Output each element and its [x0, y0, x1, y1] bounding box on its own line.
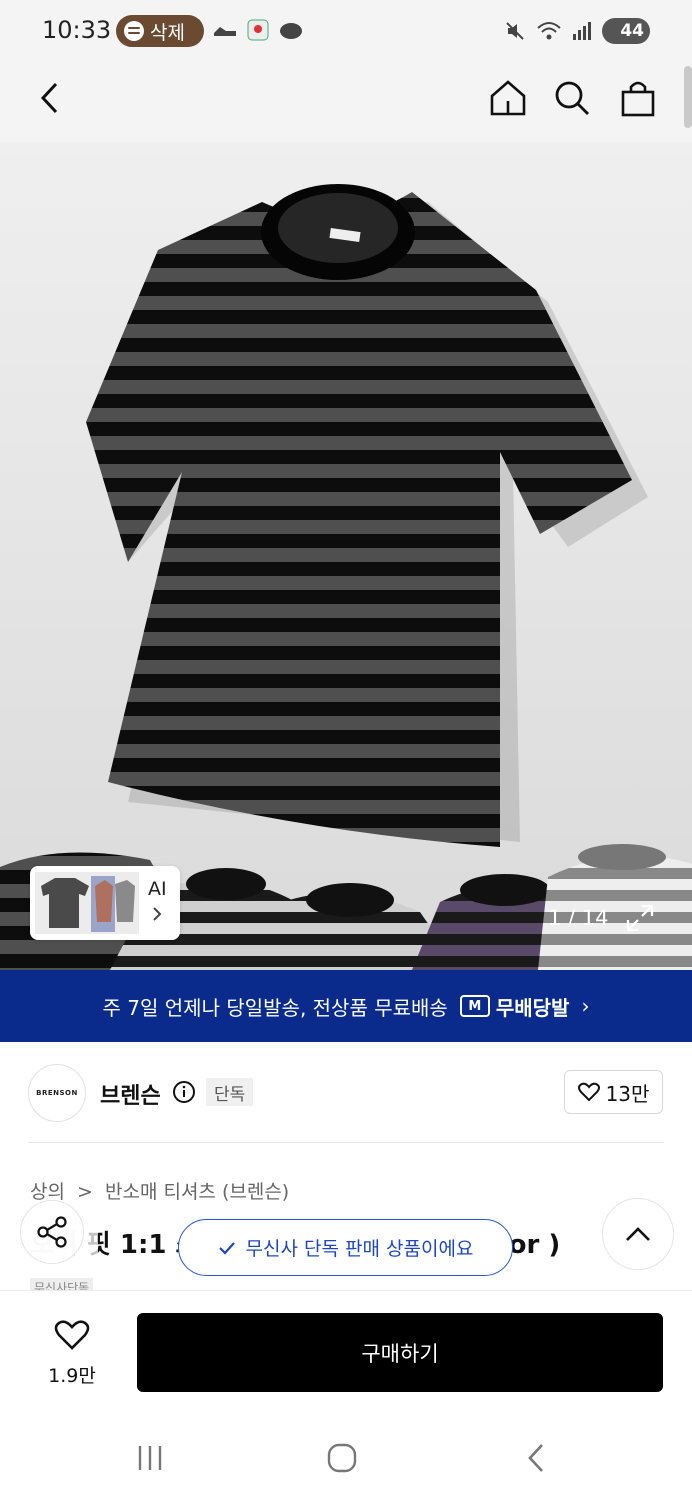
back-nav-button[interactable]: [516, 1440, 556, 1476]
spotify-icon: [124, 21, 144, 41]
search-icon: [555, 81, 589, 115]
mute-icon: [506, 22, 524, 40]
bottom-action-bar: 1.9만 구매하기: [0, 1290, 692, 1412]
cart-button[interactable]: [614, 74, 662, 122]
sneaker-icon: [214, 27, 236, 36]
delivery-truck-icon: M: [459, 995, 490, 1017]
breadcrumb-subcategory[interactable]: 반소매 티셔츠 (브렌슨): [105, 1181, 289, 1203]
ai-label: AI: [148, 878, 167, 900]
spotify-delete-pill[interactable]: 삭제: [116, 15, 204, 47]
brand-like-button[interactable]: 13만: [564, 1070, 663, 1114]
cloud-icon: [280, 23, 302, 39]
brand-logo[interactable]: BRENSON: [28, 1064, 86, 1122]
bag-icon: [621, 81, 655, 117]
chevron-up-icon: [626, 1227, 650, 1241]
pill-label: 삭제: [150, 21, 185, 44]
check-icon: [218, 1241, 235, 1255]
breadcrumb: 상의 > 반소매 티셔츠 (브렌슨): [30, 1177, 289, 1204]
product-image-carousel[interactable]: AI 1 / 14: [0, 142, 692, 970]
home-nav-button[interactable]: [322, 1440, 362, 1476]
banner-chevron: ›: [581, 994, 590, 1018]
top-nav: [0, 62, 692, 142]
brand-logo-text: BRENSON: [36, 1089, 78, 1097]
free-delivery-label: 무배당발: [495, 995, 570, 1020]
exclusive-toast: 무신사 단독 판매 상품이에요: [178, 1219, 513, 1276]
info-icon[interactable]: [172, 1080, 196, 1104]
back-button[interactable]: [26, 74, 74, 122]
breadcrumb-separator: >: [77, 1181, 93, 1203]
delivery-badge-letter: M: [468, 998, 482, 1014]
battery-indicator: 44: [602, 18, 650, 44]
scroll-to-top-button[interactable]: [602, 1198, 674, 1270]
wifi-icon: [537, 22, 561, 40]
chevron-right-icon: [153, 907, 162, 921]
signal-icon: [573, 22, 591, 40]
ai-recommend-card[interactable]: AI: [30, 866, 180, 940]
buy-button[interactable]: 구매하기: [137, 1313, 663, 1392]
battery-level: 44: [620, 21, 644, 41]
toast-text: 무신사 단독 판매 상품이에요: [245, 1238, 474, 1260]
home-icon: [490, 80, 526, 116]
heart-icon: [54, 1320, 90, 1350]
share-icon: [37, 1216, 67, 1248]
home-circle-icon: [327, 1443, 357, 1473]
product-tag: 무신사단독: [30, 1278, 94, 1290]
free-delivery-badge: M 무배당발: [459, 992, 570, 1021]
system-icons: 44: [504, 18, 650, 44]
notification-icons: [212, 18, 304, 42]
recent-apps-button[interactable]: [130, 1440, 170, 1476]
brand-name[interactable]: 브렌슨: [100, 1078, 161, 1110]
expand-icon: [626, 904, 654, 932]
banner-text: 주 7일 언제나 당일발송, 전상품 무료배송: [102, 995, 448, 1020]
share-button[interactable]: [20, 1200, 84, 1264]
heart-icon: [577, 1082, 600, 1102]
delivery-banner[interactable]: 주 7일 언제나 당일발송, 전상품 무료배송 M 무배당발 ›: [0, 970, 692, 1042]
wishlist-count: 1.9만: [48, 1365, 96, 1387]
wishlist-button[interactable]: 1.9만: [42, 1319, 102, 1388]
status-time: 10:33: [42, 16, 112, 44]
product-image: [0, 184, 692, 970]
back-nav-icon: [528, 1444, 543, 1472]
image-counter: 1 / 14: [548, 906, 609, 930]
map-pin-icon: [247, 19, 269, 41]
back-icon: [40, 82, 58, 114]
ai-thumbnail-image: [35, 872, 139, 934]
recent-apps-icon: [138, 1446, 162, 1470]
brand-like-count: 13만: [605, 1081, 650, 1106]
system-nav-bar: [0, 1412, 692, 1500]
status-bar: 10:33 삭제 44: [0, 0, 692, 62]
home-button[interactable]: [484, 74, 532, 122]
exclusive-tag: 단독: [206, 1078, 254, 1106]
search-button[interactable]: [548, 74, 596, 122]
expand-button[interactable]: [624, 902, 656, 938]
divider: [28, 1142, 664, 1143]
scrollbar-thumb[interactable]: [684, 66, 692, 128]
